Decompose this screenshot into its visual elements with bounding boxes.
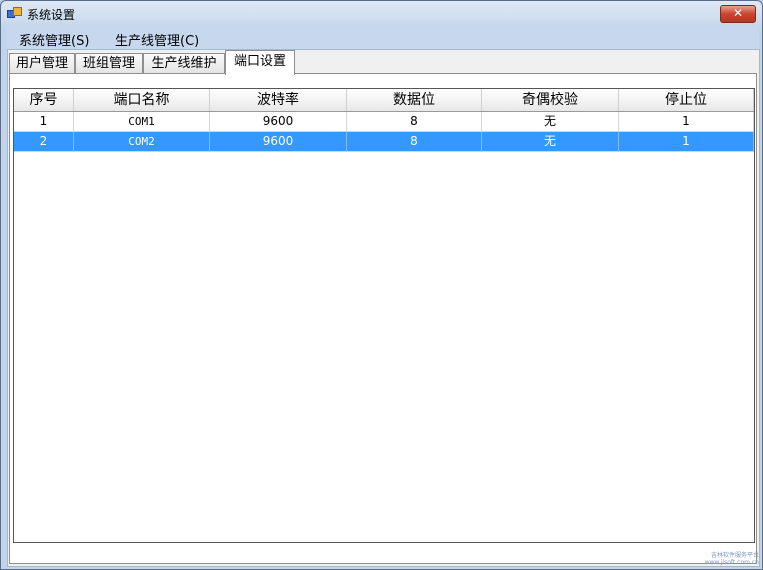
table-row[interactable]: 1 COM1 9600 8 无 1	[14, 112, 754, 132]
tab-user-management[interactable]: 用户管理	[9, 53, 75, 73]
column-header-data-bits[interactable]: 数据位	[347, 89, 482, 111]
menu-production-line-management[interactable]: 生产线管理(C)	[109, 29, 205, 50]
watermark-line-1: 吉林软件服务平台	[710, 552, 759, 559]
cell-data-bits[interactable]: 8	[347, 132, 482, 152]
table-row-selected[interactable]: 2 COM2 9600 8 无 1	[14, 132, 754, 152]
column-header-stop-bits[interactable]: 停止位	[619, 89, 754, 111]
cell-port-name[interactable]: COM2	[74, 132, 210, 152]
menu-bar: 系统管理(S) 生产线管理(C)	[7, 27, 759, 49]
tab-port-settings[interactable]: 端口设置	[225, 50, 295, 75]
watermark-line-2: www.jlsoft.com.cn	[704, 559, 759, 566]
column-header-parity[interactable]: 奇偶校验	[482, 89, 619, 111]
cell-parity[interactable]: 无	[482, 112, 619, 132]
port-settings-page: 序号 端口名称 波特率 数据位 奇偶校验 停止位 1 COM1 9600 8 无…	[9, 73, 757, 564]
cell-data-bits[interactable]: 8	[347, 112, 482, 132]
client-area: 用户管理 班组管理 生产线维护 端口设置 序号 端口名称 波特率 数据位 奇偶校…	[7, 49, 760, 567]
grid-header: 序号 端口名称 波特率 数据位 奇偶校验 停止位	[14, 89, 754, 112]
tab-team-management[interactable]: 班组管理	[75, 53, 143, 73]
watermark-logo: 吉林软件服务平台 www.jlsoft.com.cn	[705, 552, 759, 566]
close-button[interactable]: ✕	[720, 5, 756, 23]
column-header-index[interactable]: 序号	[14, 89, 74, 111]
cell-stop-bits[interactable]: 1	[619, 112, 754, 132]
cell-baud-rate[interactable]: 9600	[210, 112, 347, 132]
cell-stop-bits[interactable]: 1	[619, 132, 754, 152]
cell-index[interactable]: 1	[14, 112, 74, 132]
tab-production-line-maintenance[interactable]: 生产线维护	[143, 53, 225, 73]
cell-parity[interactable]: 无	[482, 132, 619, 152]
app-icon	[7, 7, 22, 19]
window-title: 系统设置	[27, 8, 76, 22]
title-bar[interactable]: 系统设置 ✕	[1, 1, 762, 26]
port-grid[interactable]: 序号 端口名称 波特率 数据位 奇偶校验 停止位 1 COM1 9600 8 无…	[13, 88, 755, 543]
column-header-port-name[interactable]: 端口名称	[74, 89, 210, 111]
tab-strip: 用户管理 班组管理 生产线维护 端口设置	[8, 50, 757, 75]
cell-index[interactable]: 2	[14, 132, 74, 152]
cell-baud-rate[interactable]: 9600	[210, 132, 347, 152]
cell-port-name[interactable]: COM1	[74, 112, 210, 132]
settings-window: 系统设置 ✕ 系统管理(S) 生产线管理(C) 用户管理 班组管理 生产线维护 …	[0, 0, 763, 570]
menu-system-management[interactable]: 系统管理(S)	[13, 29, 95, 50]
column-header-baud-rate[interactable]: 波特率	[210, 89, 347, 111]
